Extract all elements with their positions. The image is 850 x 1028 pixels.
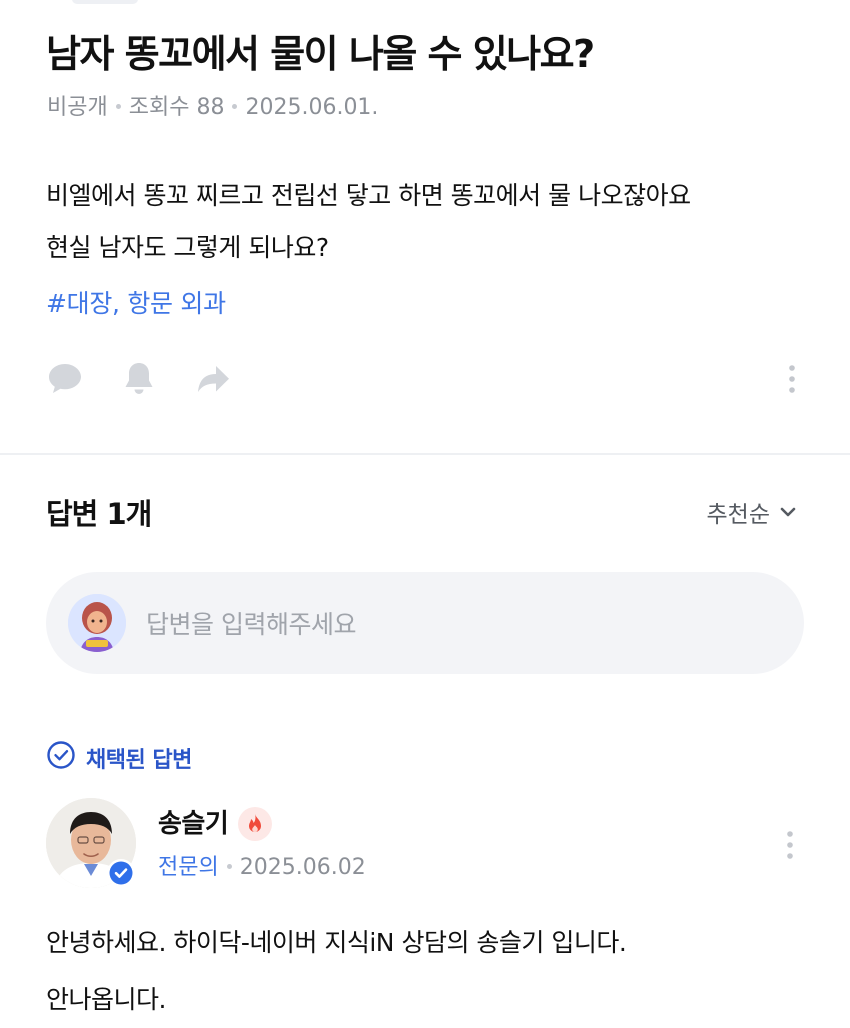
question-tags[interactable]: #대장, 항문 외과: [46, 282, 226, 326]
answer-input-box[interactable]: [46, 572, 804, 674]
views-count: 88: [196, 95, 225, 120]
selected-answer-text: 채택된 답변: [86, 748, 192, 773]
meta-separator: [226, 863, 232, 869]
question-title: 남자 똥꼬에서 물이 나올 수 있나요?: [46, 32, 595, 76]
section-divider: [0, 453, 850, 455]
expert-role: 전문의: [158, 855, 219, 880]
expert-name-row: 송슬기: [158, 806, 273, 842]
bell-icon[interactable]: [120, 360, 158, 402]
question-body-line: 비엘에서 똥꼬 찌르고 전립선 닿고 하면 똥꼬에서 물 나오잖아요: [46, 181, 691, 210]
answer-body: 안녕하세요. 하이닥-네이버 지식iN 상담의 송슬기 입니다. 안나옵니다.: [46, 914, 627, 1028]
user-avatar: [68, 594, 126, 652]
question-date: 2025.06.01.: [245, 95, 379, 120]
chevron-down-icon: [778, 498, 798, 532]
meta-separator: [232, 103, 238, 109]
fire-icon: [238, 807, 273, 841]
sort-label: 추천순: [706, 502, 770, 528]
views-label: 조회수: [128, 95, 190, 120]
expert-meta: 전문의 2025.06.02: [158, 852, 366, 884]
question-body-line: 현실 남자도 그렇게 되나요?: [46, 233, 329, 262]
sort-dropdown[interactable]: 추천순: [707, 498, 798, 532]
expert-name[interactable]: 송슬기: [158, 806, 229, 842]
more-icon[interactable]: [780, 360, 804, 402]
answer-input[interactable]: [144, 602, 768, 646]
answer-date: 2025.06.02: [239, 855, 366, 880]
verified-icon: [106, 858, 136, 888]
answer-more-icon[interactable]: [778, 826, 802, 868]
expert-avatar[interactable]: [46, 798, 136, 888]
selected-answer-label: 채택된 답변: [46, 740, 192, 776]
question-body: 비엘에서 똥꼬 찌르고 전립선 닿고 하면 똥꼬에서 물 나오잖아요 현실 남자…: [46, 170, 816, 274]
answers-count-title: 답변 1개: [46, 497, 152, 531]
answer-body-line: 안녕하세요. 하이닥-네이버 지식iN 상담의 송슬기 입니다.: [46, 928, 627, 957]
comment-icon[interactable]: [46, 360, 84, 402]
share-icon[interactable]: [194, 360, 232, 402]
check-circle-icon: [46, 740, 76, 776]
visibility-label: 비공개: [47, 95, 108, 120]
question-meta: 비공개 조회수 88 2025.06.01.: [47, 92, 378, 124]
answer-body-line: 안나옵니다.: [46, 985, 166, 1014]
top-tab-indicator: [72, 0, 138, 4]
question-actions: [46, 360, 806, 400]
meta-separator: [115, 103, 121, 109]
